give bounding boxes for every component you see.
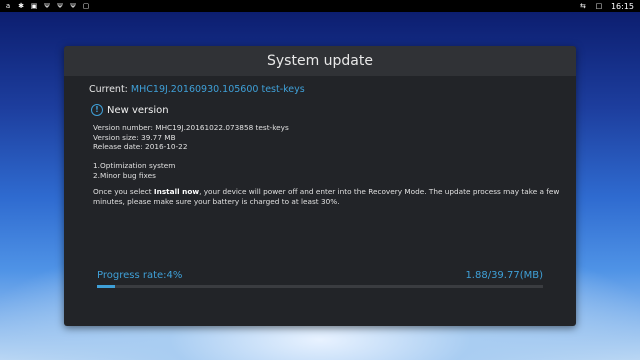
change-item: 1.Optimization system	[93, 161, 176, 170]
picture-icon: ▣	[30, 2, 38, 10]
current-label: Current:	[89, 84, 128, 95]
install-notice: Once you select Install now, your device…	[93, 187, 563, 206]
dialog-title: System update	[267, 53, 373, 69]
image-icon: ▢	[82, 2, 90, 10]
settings-icon: ✱	[18, 2, 24, 10]
current-version: Current: MHC19J.20160930.105600 test-key…	[89, 84, 305, 95]
new-version-label: New version	[107, 104, 169, 116]
dialog-header: System update	[64, 46, 576, 76]
progress-bar	[97, 285, 543, 288]
version-details: Version number: MHC19J.20161022.073858 t…	[93, 123, 289, 180]
usb-icon: Ψ	[44, 2, 50, 10]
status-bar-right: ⇆ □ 16:15	[579, 2, 640, 11]
usb-icon: Ψ	[57, 2, 63, 10]
notice-prefix: Once you select	[93, 187, 154, 196]
box-icon: □	[595, 2, 603, 10]
clock: 16:15	[610, 1, 634, 11]
amazon-icon: a	[5, 2, 11, 10]
usb-icon: Ψ	[70, 2, 76, 10]
change-item: 2.Minor bug fixes	[93, 170, 156, 180]
system-update-dialog: System update Current: MHC19J.20160930.1…	[64, 46, 576, 326]
cast-icon: ⇆	[580, 2, 586, 10]
version-size: Version size: 39.77 MB	[93, 132, 176, 142]
progress-label: Progress rate:4%	[97, 270, 183, 281]
progress-size: 1.88/39.77(MB)	[465, 270, 543, 281]
notice-bold: Install now	[153, 187, 200, 196]
info-icon: !	[91, 104, 103, 116]
current-value: MHC19J.20160930.105600 test-keys	[130, 84, 305, 95]
new-version-heading: ! New version	[91, 104, 169, 116]
status-bar: a ✱ ▣ Ψ Ψ Ψ ▢ ⇆ □ 16:15	[0, 0, 640, 12]
version-number: Version number: MHC19J.20161022.073858 t…	[93, 123, 289, 132]
status-bar-left: a ✱ ▣ Ψ Ψ Ψ ▢	[0, 2, 90, 10]
progress-fill	[97, 285, 115, 288]
release-date: Release date: 2016-10-22	[93, 142, 188, 151]
